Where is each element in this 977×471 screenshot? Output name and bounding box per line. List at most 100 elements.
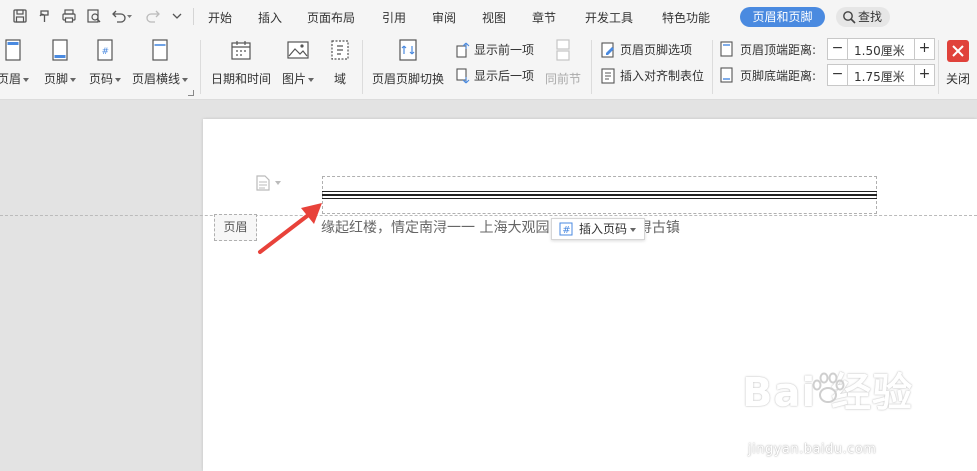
same-as-previous-icon bbox=[556, 39, 570, 61]
field-icon bbox=[331, 40, 349, 60]
switch-icon bbox=[399, 39, 417, 61]
close-header-footer-button[interactable]: 关闭 bbox=[944, 40, 972, 87]
header-line-icon bbox=[152, 39, 168, 61]
paw-logo-icon bbox=[812, 372, 845, 403]
tab-header-footer[interactable]: 页眉和页脚 bbox=[740, 7, 825, 27]
align-tab-icon bbox=[601, 68, 615, 84]
format-painter-icon[interactable] bbox=[37, 8, 53, 24]
print-preview-icon[interactable] bbox=[86, 8, 102, 24]
baidu-watermark: Bai 经验 jingyan.baidu.com bbox=[742, 360, 972, 465]
tab-review[interactable]: 审阅 bbox=[432, 9, 456, 26]
increase-button[interactable]: + bbox=[914, 65, 934, 85]
menu-bar: 开始 插入 页面布局 引用 审阅 视图 章节 开发工具 特色功能 页眉和页脚 查… bbox=[0, 0, 977, 34]
find-label: 查找 bbox=[858, 10, 883, 24]
tab-references[interactable]: 引用 bbox=[382, 9, 406, 26]
paragraph-layout-button[interactable] bbox=[256, 175, 282, 191]
field-button[interactable]: 域 bbox=[327, 38, 353, 87]
header-top-distance-row: 页眉顶端距离: − 1.50厘米 × + bbox=[720, 38, 935, 60]
find-button[interactable]: 查找 bbox=[836, 7, 890, 27]
footer-button[interactable]: 页脚 bbox=[40, 38, 80, 87]
decrease-button[interactable]: − bbox=[828, 65, 848, 85]
clear-icon[interactable]: × bbox=[892, 67, 902, 81]
insert-page-number-label: 插入页码 bbox=[579, 222, 628, 236]
insert-align-tab-button[interactable]: 插入对齐制表位 bbox=[600, 67, 704, 85]
footer-bottom-distance-row: 页脚底端距离: − 1.75厘米 × + bbox=[720, 64, 935, 86]
show-next-button[interactable]: 显示后一项 bbox=[454, 67, 534, 85]
page-number-hash-icon: # bbox=[559, 222, 573, 236]
header-rule bbox=[322, 194, 877, 196]
insert-align-tab-label: 插入对齐制表位 bbox=[620, 69, 705, 83]
date-time-button[interactable]: 日期和时间 bbox=[210, 38, 272, 87]
close-icon bbox=[947, 40, 969, 62]
header-footer-options-label: 页眉页脚选项 bbox=[620, 43, 693, 57]
show-previous-button[interactable]: 显示前一项 bbox=[454, 41, 534, 59]
show-previous-label: 显示前一项 bbox=[474, 43, 535, 57]
date-time-label: 日期和时间 bbox=[210, 72, 271, 86]
annotation-arrow-icon bbox=[258, 203, 322, 254]
header-footer-options-button[interactable]: 页眉页脚选项 bbox=[600, 41, 692, 59]
tab-developer-tools[interactable]: 开发工具 bbox=[585, 9, 633, 26]
header-rule bbox=[322, 198, 877, 199]
footer-bottom-distance-label: 页脚底端距离: bbox=[740, 69, 817, 83]
footer-bottom-distance-stepper: − 1.75厘米 × + bbox=[827, 64, 935, 86]
svg-text:#: # bbox=[102, 47, 110, 57]
ribbon-divider bbox=[712, 40, 713, 94]
decrease-button[interactable]: − bbox=[828, 39, 848, 59]
clear-icon[interactable]: × bbox=[892, 41, 902, 55]
page-number-button[interactable]: # 页码 bbox=[85, 38, 125, 87]
document-icon bbox=[256, 175, 270, 191]
page-number-icon: # bbox=[97, 39, 113, 61]
same-as-previous-button[interactable]: 同前节 bbox=[544, 38, 582, 87]
picture-label: 图片 bbox=[281, 72, 306, 86]
save-icon[interactable] bbox=[12, 8, 28, 24]
page-number-label: 页码 bbox=[88, 72, 113, 86]
group-expand-icon[interactable] bbox=[188, 90, 194, 96]
picture-button[interactable]: 图片 bbox=[280, 38, 316, 87]
ribbon-divider bbox=[200, 40, 201, 94]
insert-page-number-button[interactable]: # 插入页码 bbox=[551, 218, 645, 240]
footer-distance-icon bbox=[720, 67, 733, 83]
ribbon-divider bbox=[591, 40, 592, 94]
tab-insert[interactable]: 插入 bbox=[258, 9, 282, 26]
menu-divider bbox=[193, 8, 194, 25]
footer-label: 页脚 bbox=[43, 72, 68, 86]
tab-section[interactable]: 章节 bbox=[532, 9, 556, 26]
tab-start[interactable]: 开始 bbox=[208, 9, 232, 26]
field-label: 域 bbox=[333, 72, 346, 86]
header-top-distance-label: 页眉顶端距离: bbox=[740, 43, 817, 57]
undo-icon[interactable] bbox=[111, 8, 133, 24]
header-tag: 页眉 bbox=[214, 214, 257, 241]
header-text-main: 缘起红楼，情定南浔一一 上海大观园 bbox=[321, 220, 554, 236]
footer-icon bbox=[52, 39, 68, 61]
tab-special-features[interactable]: 特色功能 bbox=[662, 9, 710, 26]
watermark-url: jingyan.baidu.com bbox=[748, 442, 877, 457]
header-button[interactable]: 页眉 bbox=[0, 38, 34, 87]
increase-button[interactable]: + bbox=[914, 39, 934, 59]
header-distance-icon bbox=[720, 41, 733, 57]
tab-page-layout[interactable]: 页面布局 bbox=[307, 9, 355, 26]
header-boundary-line bbox=[0, 215, 977, 216]
show-previous-icon bbox=[456, 42, 470, 58]
ribbon-divider bbox=[938, 40, 939, 94]
header-footer-switch-label: 页眉页脚切换 bbox=[372, 72, 445, 86]
picture-icon bbox=[287, 41, 309, 59]
header-footer-switch-button[interactable]: 页眉页脚切换 bbox=[372, 38, 444, 87]
header-rule bbox=[322, 191, 877, 192]
same-as-previous-label: 同前节 bbox=[544, 72, 581, 86]
show-next-label: 显示后一项 bbox=[474, 69, 535, 83]
options-icon bbox=[601, 42, 614, 58]
redo-icon[interactable] bbox=[145, 8, 161, 24]
svg-text:#: # bbox=[562, 225, 570, 236]
header-label: 页眉 bbox=[0, 72, 21, 86]
close-label: 关闭 bbox=[945, 72, 970, 86]
search-icon bbox=[843, 11, 856, 24]
header-top-distance-stepper: − 1.50厘米 × + bbox=[827, 38, 935, 60]
tab-view[interactable]: 视图 bbox=[482, 9, 506, 26]
customize-toolbar-icon[interactable] bbox=[172, 8, 182, 24]
header-line-button[interactable]: 页眉横线 bbox=[130, 38, 190, 87]
header-line-label: 页眉横线 bbox=[131, 72, 180, 86]
ribbon-toolbar: 页眉 页脚 # 页码 页眉横线 日期和时间 图片 域 页眉页脚切换 显示前一项 … bbox=[0, 34, 977, 100]
ribbon-divider bbox=[362, 40, 363, 94]
print-icon[interactable] bbox=[61, 8, 77, 24]
header-icon bbox=[5, 39, 21, 61]
